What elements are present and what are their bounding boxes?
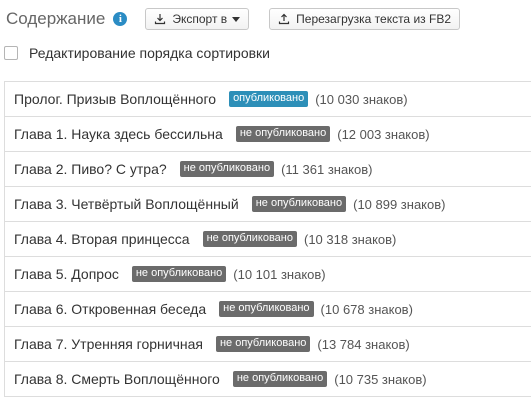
chapter-row[interactable]: Глава 6. Откровенная беседа не опубликова… (5, 292, 531, 327)
reorder-checkbox[interactable] (4, 46, 18, 60)
chapter-title[interactable]: Глава 3. Четвёртый Воплощённый (14, 196, 239, 212)
status-badge: не опубликовано (179, 161, 275, 177)
chapter-row[interactable]: Глава 7. Утренняя горничная не опубликова… (5, 327, 531, 362)
chapter-title[interactable]: Глава 1. Наука здесь бессильна (14, 126, 223, 142)
status-badge: не опубликовано (202, 231, 297, 247)
char-count: (10 735 знаков) (334, 371, 427, 387)
reload-from-fb2-button[interactable]: Перезагрузка текста из FB2 (269, 8, 460, 30)
chapter-title[interactable]: Глава 7. Утренняя горничная (14, 336, 203, 352)
chapter-title[interactable]: Глава 2. Пиво? С утра? (14, 161, 167, 177)
char-count: (13 784 знаков) (317, 336, 410, 352)
upload-icon (279, 13, 290, 25)
chapter-row[interactable]: Глава 8. Смерть Воплощённого не опубликов… (5, 362, 531, 397)
char-count: (10 318 знаков) (304, 231, 397, 247)
status-badge: не опубликовано (219, 301, 314, 317)
status-badge: не опубликовано (251, 196, 347, 212)
header: Содержание i Экспорт в Перезагрузка текс… (6, 6, 531, 32)
status-badge: не опубликовано (215, 336, 311, 352)
status-badge: не опубликовано (131, 266, 227, 282)
chapter-title[interactable]: Пролог. Призыв Воплощённого (14, 91, 216, 107)
chapter-title[interactable]: Глава 4. Вторая принцесса (14, 231, 190, 247)
chapter-title[interactable]: Глава 8. Смерть Воплощённого (14, 371, 220, 387)
chapter-row[interactable]: Глава 2. Пиво? С утра? не опубликовано (11… (5, 152, 531, 187)
char-count: (10 101 знаков) (233, 266, 326, 282)
chapter-title[interactable]: Глава 6. Откровенная беседа (14, 301, 206, 317)
page: Содержание i Экспорт в Перезагрузка текс… (0, 0, 531, 413)
status-badge: не опубликовано (232, 371, 328, 387)
page-title: Содержание (6, 9, 106, 28)
chapter-row[interactable]: Пролог. Призыв Воплощённого опубликовано (… (5, 82, 531, 117)
export-button[interactable]: Экспорт в (145, 8, 250, 30)
chapter-row[interactable]: Глава 5. Допрос не опубликовано (10 101 зн… (5, 257, 531, 292)
char-count: (10 899 знаков) (353, 196, 446, 212)
caret-down-icon (232, 17, 241, 22)
char-count: (10 678 знаков) (320, 301, 413, 317)
reload-button-label: Перезагрузка текста из FB2 (296, 12, 451, 26)
chapter-row[interactable]: Глава 4. Вторая принцесса не опубликовано… (5, 222, 531, 257)
chapter-list: Пролог. Призыв Воплощённого опубликовано (… (4, 81, 531, 397)
char-count: (10 030 знаков) (315, 91, 408, 107)
chapter-row[interactable]: Глава 1. Наука здесь бессильна не опублик… (5, 117, 531, 152)
info-icon[interactable]: i (113, 12, 128, 26)
chapter-row[interactable]: Глава 3. Четвёртый Воплощённый не опублик… (5, 187, 531, 222)
download-icon (155, 14, 166, 25)
status-badge: не опубликовано (235, 126, 331, 142)
reorder-label: Редактирование порядка сортировки (29, 45, 271, 61)
char-count: (12 003 знаков) (337, 126, 430, 142)
export-button-label: Экспорт в (172, 12, 228, 26)
char-count: (11 361 знаков) (281, 161, 373, 177)
status-badge: опубликовано (229, 91, 309, 107)
reorder-toggle[interactable]: Редактирование порядка сортировки (4, 45, 270, 61)
chapter-title[interactable]: Глава 5. Допрос (14, 266, 119, 282)
